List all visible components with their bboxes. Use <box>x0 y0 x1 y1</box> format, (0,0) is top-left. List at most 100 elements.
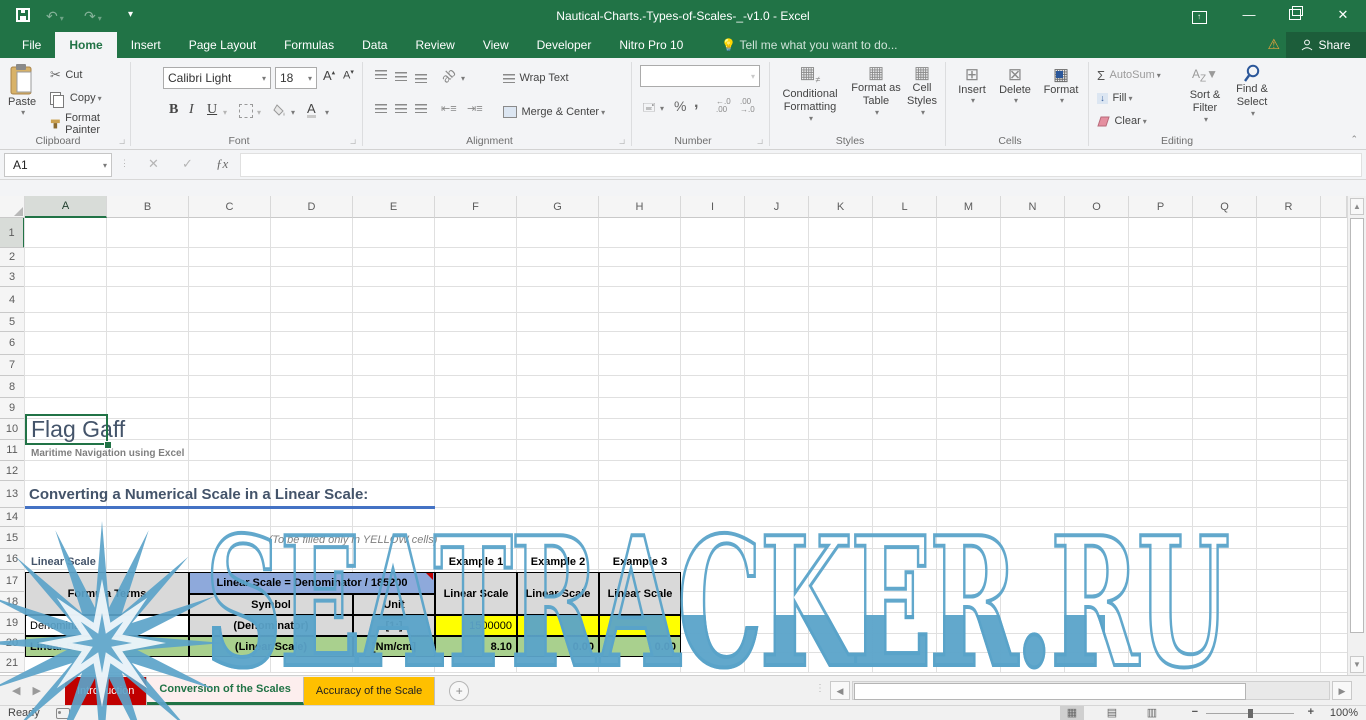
t1-col2-header[interactable]: Linear Scale <box>517 572 599 615</box>
tab-view[interactable]: View <box>469 32 523 58</box>
underline-dropdown[interactable]: ▾ <box>223 108 227 117</box>
row-header-13[interactable]: 13 <box>0 481 25 508</box>
horizontal-scrollbar[interactable] <box>852 681 1330 700</box>
new-sheet-icon[interactable]: + <box>449 681 469 701</box>
tab-file[interactable]: File <box>8 32 55 58</box>
sheet-tab-accuracy[interactable]: Accuracy of the Scale <box>304 677 435 705</box>
scroll-down-icon[interactable]: ▼ <box>1350 656 1364 673</box>
font-color-icon[interactable]: A <box>307 102 316 118</box>
t1-col1-header[interactable]: Linear Scale <box>435 572 517 615</box>
page-break-view-icon[interactable]: ▥ <box>1140 706 1164 720</box>
tab-data[interactable]: Data <box>348 32 401 58</box>
tab-nitro-pro[interactable]: Nitro Pro 10 <box>605 32 697 58</box>
t1-r2-v1[interactable]: 8.10 <box>435 636 517 657</box>
vertical-scroll-thumb[interactable] <box>1350 218 1364 633</box>
shrink-font-button[interactable]: A▾ <box>343 68 354 82</box>
row-header-2[interactable]: 2 <box>0 248 25 267</box>
column-header-R[interactable]: R <box>1257 196 1321 218</box>
t1-r1-v1[interactable]: 1500000 <box>435 615 517 636</box>
column-header-O[interactable]: O <box>1065 196 1129 218</box>
format-painter-button[interactable]: Format Painter <box>50 112 130 136</box>
close-button[interactable]: ✕ <box>1326 0 1360 30</box>
t1-unit-header[interactable]: Unit <box>353 594 435 615</box>
t1-r2-v3[interactable]: 0.00 <box>599 636 681 657</box>
insert-function-icon[interactable]: ƒx <box>216 156 228 172</box>
row-header-18[interactable]: 18 <box>0 592 25 613</box>
align-middle-icon[interactable] <box>395 72 407 81</box>
font-name-combo[interactable]: Calibri Light▾ <box>163 67 271 89</box>
grow-font-button[interactable]: A▴ <box>323 68 335 83</box>
fill-color-dropdown[interactable]: ▾ <box>291 108 295 117</box>
formula-input[interactable] <box>240 153 1362 177</box>
wrap-text-button[interactable]: Wrap Text <box>503 69 569 87</box>
t1-symbol-header[interactable]: Symbol <box>189 594 353 615</box>
row-header-5[interactable]: 5 <box>0 313 25 332</box>
copy-button[interactable]: Copy▾ <box>50 89 102 107</box>
tab-home[interactable]: Home <box>55 32 116 58</box>
row-header-10[interactable]: 10 <box>0 419 25 440</box>
align-bottom-icon[interactable] <box>415 74 427 83</box>
column-header-B[interactable]: B <box>107 196 189 218</box>
format-cells-button[interactable]: ▦ Format▾ <box>1038 66 1084 105</box>
t1-r1-term[interactable]: Denominator <box>25 615 189 636</box>
zoom-level[interactable]: 100% <box>1330 707 1358 719</box>
row-header-9[interactable]: 9 <box>0 398 25 419</box>
vertical-scrollbar[interactable]: ▲ ▼ <box>1347 196 1366 675</box>
enter-icon[interactable]: ✓ <box>182 156 193 172</box>
column-header-N[interactable]: N <box>1001 196 1065 218</box>
decrease-indent-icon[interactable]: ⇤≡ <box>441 102 457 115</box>
select-all-corner[interactable] <box>0 196 25 218</box>
t1-r2-v2[interactable]: 0.00 <box>517 636 599 657</box>
delete-cells-button[interactable]: ⊠Delete▾ <box>994 66 1036 105</box>
tell-me-box[interactable]: 💡 Tell me what you want to do... <box>721 38 897 52</box>
row-header-4[interactable]: 4 <box>0 287 25 313</box>
tab-scroll-divider[interactable]: ⋮ <box>815 683 825 694</box>
sheet-grid[interactable]: Flag Gaff Maritime Navigation using Exce… <box>0 196 1347 675</box>
increase-indent-icon[interactable]: ⇥≡ <box>467 102 483 115</box>
orientation-icon[interactable]: ab <box>438 65 459 86</box>
row-header-11[interactable]: 11 <box>0 440 25 461</box>
conditional-formatting-button[interactable]: ▦≠ Conditional Formatting▾ <box>774 64 846 123</box>
ribbon-display-options-icon[interactable]: ↑ <box>1182 0 1216 30</box>
number-format-combo[interactable]: ▾ <box>640 65 760 87</box>
scroll-up-icon[interactable]: ▲ <box>1350 198 1364 215</box>
column-header-E[interactable]: E <box>353 196 435 218</box>
minimize-button[interactable]: — <box>1232 0 1266 30</box>
decrease-decimal-icon[interactable]: .00→.0 <box>740 98 755 114</box>
font-color-dropdown[interactable]: ▾ <box>325 108 329 117</box>
number-dialog-launcher[interactable]: ∟ <box>756 137 764 146</box>
collapse-ribbon-icon[interactable]: ⌃ <box>1350 134 1358 145</box>
column-header-I[interactable]: I <box>681 196 745 218</box>
column-header-L[interactable]: L <box>873 196 937 218</box>
column-header-D[interactable]: D <box>271 196 353 218</box>
zoom-out-icon[interactable]: − <box>1192 706 1198 718</box>
label-linear-scale[interactable]: Linear Scale <box>27 551 177 572</box>
alignment-dialog-launcher[interactable]: ∟ <box>618 137 626 146</box>
example2-header[interactable]: Example 2 <box>517 551 599 572</box>
row-header-16[interactable]: 16 <box>0 549 25 570</box>
column-header-M[interactable]: M <box>937 196 1001 218</box>
percent-style-button[interactable]: % <box>674 98 686 114</box>
zoom-slider[interactable] <box>1206 713 1294 714</box>
column-header-Q[interactable]: Q <box>1193 196 1257 218</box>
sort-filter-button[interactable]: AZ▼ Sort & Filter▾ <box>1183 64 1227 124</box>
find-select-button[interactable]: Find & Select▾ <box>1229 64 1275 118</box>
normal-view-icon[interactable]: ▦ <box>1060 706 1084 720</box>
borders-icon[interactable] <box>239 104 253 118</box>
tab-insert[interactable]: Insert <box>117 32 175 58</box>
t1-formula[interactable]: Linear Scale = Denominator / 185200 <box>189 572 435 594</box>
macro-record-icon[interactable] <box>56 708 70 719</box>
clear-button[interactable]: Clear▾ <box>1097 112 1147 130</box>
tab-review[interactable]: Review <box>401 32 468 58</box>
share-button[interactable]: Share <box>1286 32 1366 58</box>
merge-center-button[interactable]: Merge & Center▾ <box>503 103 605 121</box>
t1-r2-term[interactable]: Linear Scale <box>25 636 189 657</box>
cut-button[interactable]: ✂ Cut <box>50 66 82 84</box>
page-layout-view-icon[interactable]: ▤ <box>1100 706 1124 720</box>
tab-developer[interactable]: Developer <box>523 32 606 58</box>
hscroll-left-icon[interactable]: ◀ <box>830 681 850 700</box>
column-header-H[interactable]: H <box>599 196 681 218</box>
sheet-nav-right-icon[interactable]: ▶ <box>32 684 40 697</box>
column-header-G[interactable]: G <box>517 196 599 218</box>
align-right-icon[interactable] <box>415 104 427 113</box>
